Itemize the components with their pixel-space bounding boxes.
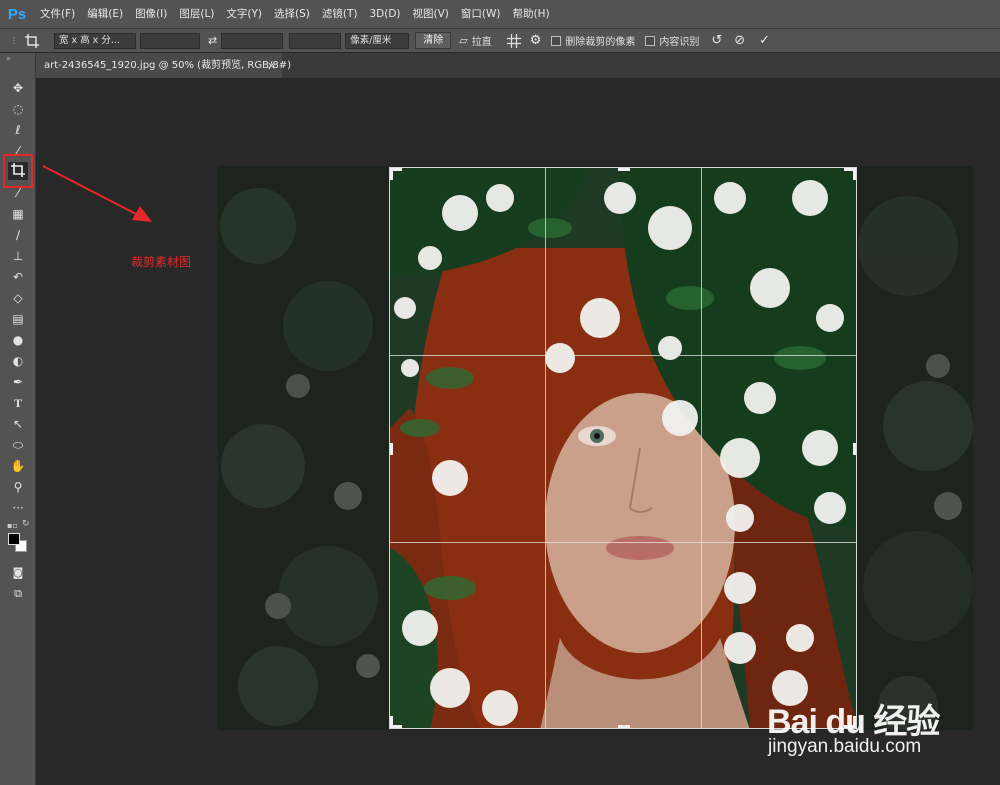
- menu-bar: Ps 文件(F) 编辑(E) 图像(I) 图层(L) 文字(Y) 选择(S) 滤…: [0, 0, 1000, 28]
- menu-help[interactable]: 帮助(H): [507, 0, 556, 28]
- stamp-icon[interactable]: ⊥: [8, 247, 28, 265]
- crop-handle-left[interactable]: [390, 443, 393, 455]
- default-colors-icon[interactable]: ▪▫: [7, 521, 18, 530]
- swap-icon[interactable]: ⇄: [208, 29, 217, 53]
- crop-handle-top-left[interactable]: [390, 168, 393, 180]
- crop-grid-line: [545, 168, 546, 728]
- path-select-icon[interactable]: ↖: [8, 415, 28, 433]
- crop-grid-line: [390, 355, 856, 356]
- annotation-label: 裁剪素材图: [131, 255, 192, 269]
- move-icon[interactable]: ✥: [8, 79, 28, 97]
- document-tab-title: art-2436545_1920.jpg @ 50% (裁剪预览, RGB/8#…: [44, 60, 291, 71]
- menu-type[interactable]: 文字(Y): [220, 0, 268, 28]
- delete-cropped-checkbox[interactable]: [551, 35, 562, 46]
- crop-grid-line: [390, 542, 856, 543]
- crop-handle-bottom[interactable]: [618, 725, 630, 728]
- foreground-color-swatch[interactable]: [8, 533, 20, 545]
- ratio-select[interactable]: 宽 x 高 x 分...: [54, 32, 136, 49]
- delete-cropped-label: 删除裁剪的像素: [565, 37, 636, 48]
- overlay-grid-icon[interactable]: [506, 33, 522, 49]
- straighten-icon[interactable]: ⏥: [459, 29, 467, 53]
- healing-icon[interactable]: ▦: [8, 205, 28, 223]
- annotation-arrow-icon: [42, 165, 152, 222]
- crop-handle-bottom-left[interactable]: [390, 716, 393, 728]
- menu-window[interactable]: 窗口(W): [455, 0, 507, 28]
- panel-grip-icon: ⋮: [10, 36, 18, 45]
- crop-handle-top-right[interactable]: [853, 168, 856, 180]
- quick-mask-icon[interactable]: ◙: [8, 564, 28, 582]
- screen-mode-icon[interactable]: ⧉: [8, 585, 28, 603]
- pen-icon[interactable]: ✒: [8, 373, 28, 391]
- photoshop-logo: Ps: [7, 5, 27, 23]
- marquee-icon[interactable]: ◌: [8, 100, 28, 118]
- document-image[interactable]: [218, 166, 973, 730]
- menu-view[interactable]: 视图(V): [407, 0, 455, 28]
- cancel-icon[interactable]: ⊘: [734, 29, 745, 53]
- hand-icon[interactable]: ✋: [8, 457, 28, 475]
- document-tab[interactable]: art-2436545_1920.jpg @ 50% (裁剪预览, RGB/8#…: [36, 53, 291, 78]
- dodge-icon[interactable]: ◐: [8, 352, 28, 370]
- history-brush-icon[interactable]: ↶: [8, 268, 28, 286]
- portrait-photo: [390, 168, 856, 728]
- shape-icon[interactable]: ⬭: [8, 436, 28, 454]
- baidu-watermark: Bai du 经验 jingyan.baidu.com: [765, 692, 995, 767]
- clear-button[interactable]: 清除: [415, 32, 452, 49]
- blur-icon[interactable]: ●: [8, 331, 28, 349]
- crop-preset-icon[interactable]: [24, 33, 40, 49]
- close-tab-icon[interactable]: ×: [267, 53, 276, 78]
- menu-image[interactable]: 图像(I): [129, 0, 173, 28]
- watermark-url: jingyan.baidu.com: [768, 736, 922, 757]
- options-bar: ⋮ 宽 x 高 x 分... ⇄ 像素/厘米 清除 ⏥ 拉直 ⚙ 删除裁剪的像素…: [0, 28, 1000, 52]
- gradient-icon[interactable]: ▤: [8, 310, 28, 328]
- eraser-icon[interactable]: ◇: [8, 289, 28, 307]
- menu-layer[interactable]: 图层(L): [173, 0, 220, 28]
- photoshop-window: Ps 文件(F) 编辑(E) 图像(I) 图层(L) 文字(Y) 选择(S) 滤…: [0, 0, 1000, 785]
- document-tab-bar: art-2436545_1920.jpg @ 50% (裁剪预览, RGB/8#…: [36, 53, 1000, 78]
- settings-gear-icon[interactable]: ⚙: [530, 29, 542, 53]
- crop-grid-line: [701, 168, 702, 728]
- brush-icon[interactable]: ∕: [8, 226, 28, 244]
- eyedropper-icon[interactable]: ⁄: [8, 184, 28, 202]
- zoom-icon[interactable]: ⚲: [8, 478, 28, 496]
- menu-3d[interactable]: 3D(D): [363, 0, 406, 28]
- lasso-icon[interactable]: ℓ: [8, 121, 28, 139]
- crop-icon[interactable]: [8, 162, 28, 180]
- height-input[interactable]: [221, 32, 284, 49]
- menu-file[interactable]: 文件(F): [34, 0, 81, 28]
- reset-icon[interactable]: ↺: [711, 29, 722, 53]
- content-aware-label: 内容识别: [659, 37, 700, 48]
- tool-panel: » ✥ ◌ ℓ ⁄ ⁄ ▦ ∕ ⊥ ↶ ◇ ▤ ● ◐ ✒ T ↖ ⬭ ✋ ⚲ …: [0, 53, 36, 785]
- swap-colors-icon[interactable]: ↻: [22, 519, 30, 529]
- more-icon[interactable]: ···: [8, 499, 28, 517]
- commit-icon[interactable]: ✓: [759, 29, 770, 53]
- menu-filter[interactable]: 滤镜(T): [316, 0, 364, 28]
- menu-select[interactable]: 选择(S): [268, 0, 316, 28]
- type-icon[interactable]: T: [8, 394, 28, 412]
- canvas-area[interactable]: [36, 78, 1000, 785]
- straighten-label[interactable]: 拉直: [472, 33, 492, 48]
- width-input[interactable]: [140, 32, 200, 49]
- resolution-input[interactable]: [289, 32, 342, 49]
- crop-box[interactable]: [389, 167, 857, 729]
- content-aware-checkbox[interactable]: [645, 35, 656, 46]
- menu-edit[interactable]: 编辑(E): [81, 0, 129, 28]
- crop-handle-top[interactable]: [618, 168, 630, 171]
- crop-handle-right[interactable]: [853, 443, 856, 455]
- collapse-icon[interactable]: »: [6, 54, 11, 63]
- unit-select[interactable]: 像素/厘米: [345, 32, 410, 49]
